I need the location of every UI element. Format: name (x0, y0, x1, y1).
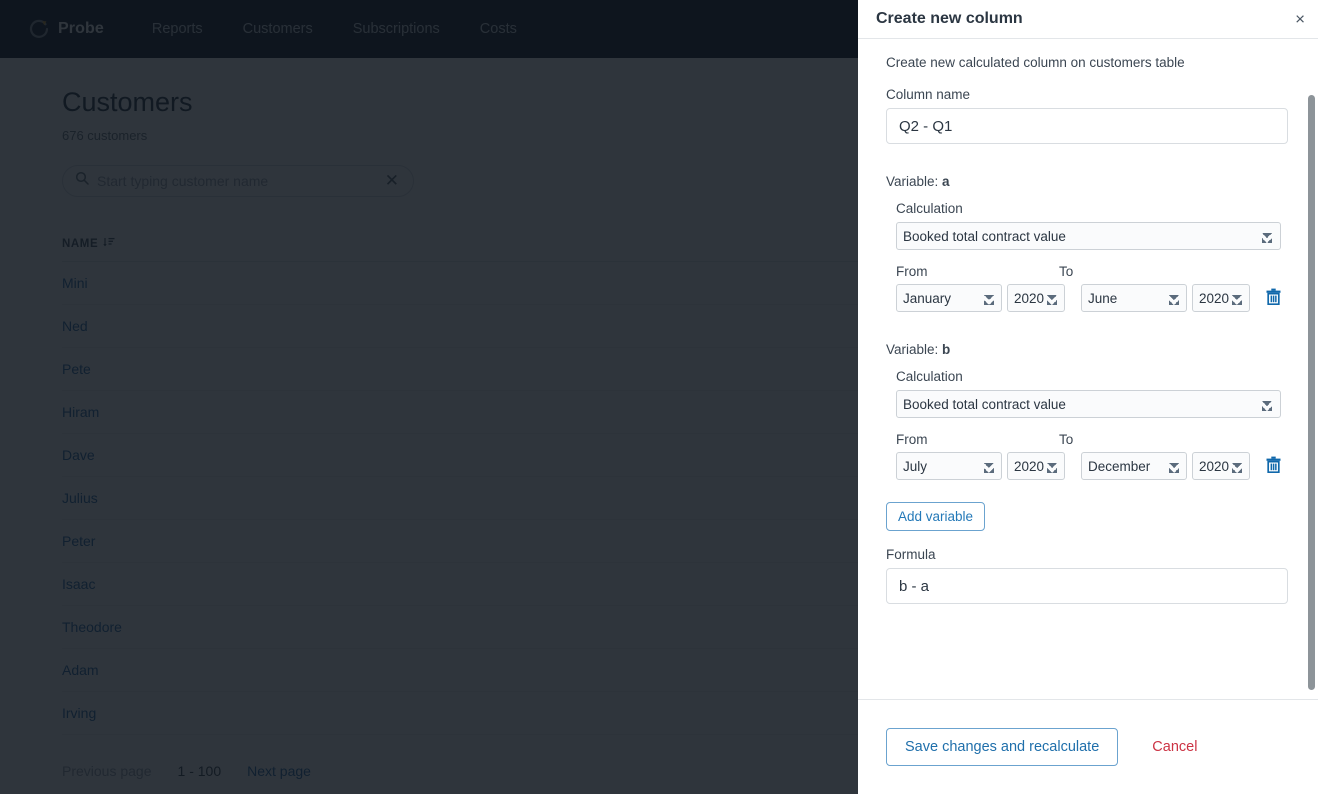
variable-a-name: a (942, 174, 950, 189)
calculation-select-b[interactable]: Booked total contract value (896, 390, 1281, 418)
from-month-select-b[interactable]: July (896, 452, 1002, 480)
from-label-a: From (896, 264, 928, 279)
delete-variable-b-button[interactable] (1266, 456, 1281, 476)
variable-block-b: Variable: b Calculation Booked total con… (886, 342, 1290, 480)
from-year-select-b[interactable]: 2020 (1007, 452, 1065, 480)
add-variable-button[interactable]: Add variable (886, 502, 986, 531)
from-label-b: From (896, 432, 928, 447)
delete-variable-a-button[interactable] (1266, 288, 1281, 308)
app-root: Probe Reports Customers Subscriptions Co… (0, 0, 1318, 794)
formula-block: Formula (886, 547, 1290, 604)
formula-label: Formula (886, 547, 936, 562)
variable-b-name: b (942, 342, 951, 357)
calculation-select-a[interactable]: Booked total contract value (896, 222, 1281, 250)
panel-description: Create new calculated column on customer… (886, 55, 1185, 70)
to-month-select-a[interactable]: June (1081, 284, 1187, 312)
from-month-select-a[interactable]: January (896, 284, 1002, 312)
to-year-select-a[interactable]: 2020 (1192, 284, 1250, 312)
variable-a-heading-prefix: Variable: (886, 174, 943, 189)
column-name-label: Column name (886, 87, 971, 102)
variable-b-heading-prefix: Variable: (886, 342, 943, 357)
variable-b-heading: Variable: b (886, 342, 1290, 357)
to-month-select-b[interactable]: December (1081, 452, 1187, 480)
calculation-label-b: Calculation (896, 369, 963, 384)
to-year-select-b[interactable]: 2020 (1192, 452, 1250, 480)
panel-header: Create new column × (858, 0, 1318, 39)
panel-body: Create new calculated column on customer… (858, 39, 1318, 700)
panel-footer: Save changes and recalculate Cancel (858, 700, 1318, 794)
from-year-select-a[interactable]: 2020 (1007, 284, 1065, 312)
trash-icon (1266, 288, 1281, 308)
save-changes-button[interactable]: Save changes and recalculate (886, 728, 1119, 766)
formula-input[interactable] (886, 568, 1288, 604)
create-new-column-panel: Create new column × Create new calculate… (858, 0, 1318, 794)
panel-title: Create new column (876, 10, 1023, 27)
close-icon[interactable]: × (1295, 11, 1305, 28)
cancel-button[interactable]: Cancel (1152, 739, 1197, 755)
column-name-input[interactable] (886, 108, 1288, 144)
date-range-a: From To January 2020 June 2020 (896, 264, 1290, 312)
variable-a-heading: Variable: a (886, 174, 1290, 189)
to-label-a: To (1059, 264, 1074, 279)
trash-icon (1266, 456, 1281, 476)
calculation-label-a: Calculation (896, 201, 963, 216)
panel-scrollbar[interactable] (1308, 95, 1315, 690)
date-range-b: From To July 2020 December 2020 (896, 432, 1290, 480)
variable-block-a: Variable: a Calculation Booked total con… (886, 174, 1290, 312)
to-label-b: To (1059, 432, 1074, 447)
